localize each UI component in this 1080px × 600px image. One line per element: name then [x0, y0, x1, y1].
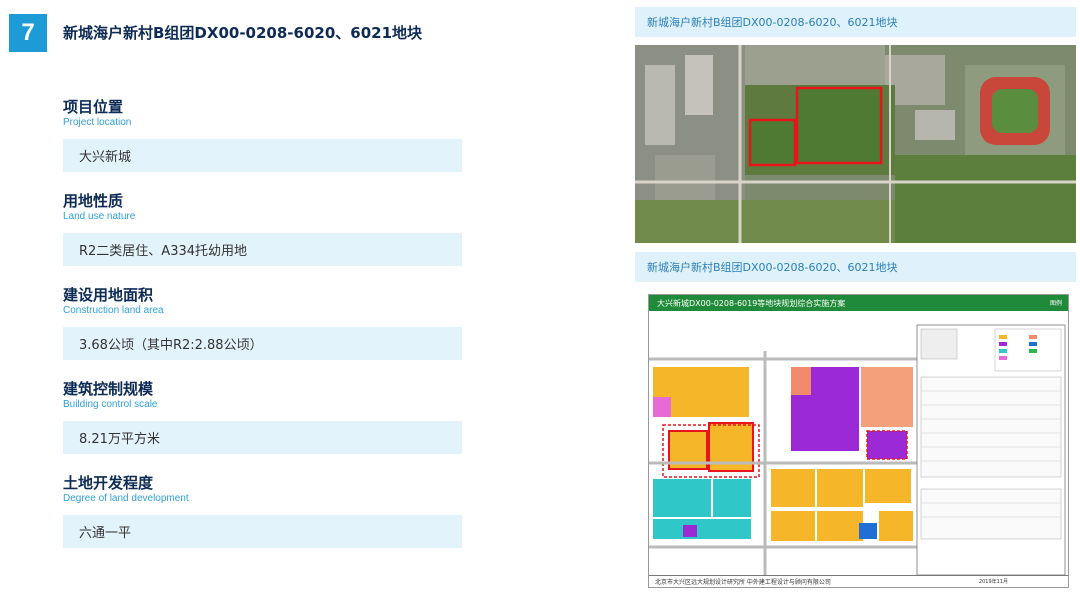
- section-title-cn: 土地开发程度: [63, 474, 154, 492]
- land-development-value: 六通一平: [63, 515, 462, 548]
- section-title-cn: 用地性质: [63, 192, 124, 210]
- plan-caption: 新城海户新村B组团DX00-0208-6020、6021地块: [635, 252, 1076, 282]
- page-number-badge: 7: [9, 14, 47, 52]
- section-title-cn: 建设用地面积: [63, 286, 154, 304]
- planning-map-date: 2019年11月: [978, 579, 1008, 585]
- section-title-en: Land use nature: [63, 211, 136, 222]
- project-location-value: 大兴新城: [63, 139, 462, 172]
- section-land-development: 土地开发程度 Degree of land development: [63, 474, 189, 506]
- satellite-image: [635, 45, 1076, 243]
- section-building-control-scale: 建筑控制规模 Building control scale: [63, 380, 158, 412]
- planning-map: 大兴新城DX00-0208-6019等地块规划综合实施方案 图例 北京市大兴区远…: [648, 294, 1069, 588]
- section-title-en: Project location: [63, 117, 132, 128]
- section-project-location: 项目位置 Project location: [63, 98, 131, 130]
- land-use-nature-value: R2二类居住、A334托幼用地: [63, 233, 462, 266]
- planning-map-graphic: [649, 311, 1068, 575]
- building-control-scale-value: 8.21万平方米: [63, 421, 462, 454]
- section-title-en: Building control scale: [63, 399, 158, 410]
- satellite-caption: 新城海户新村B组团DX00-0208-6020、6021地块: [635, 7, 1076, 37]
- section-construction-land-area: 建设用地面积 Construction land area: [63, 286, 164, 318]
- construction-land-area-value: 3.68公顷（其中R2:2.88公顷）: [63, 327, 462, 360]
- section-title-en: Construction land area: [63, 305, 164, 316]
- planning-map-title: 大兴新城DX00-0208-6019等地块规划综合实施方案: [649, 295, 1068, 311]
- section-title-cn: 建筑控制规模: [63, 380, 154, 398]
- satellite-map-graphic: [635, 45, 1076, 243]
- section-title-cn: 项目位置: [63, 98, 124, 116]
- section-title-en: Degree of land development: [63, 493, 189, 504]
- page-title: 新城海户新村B组团DX00-0208-6020、6021地块: [63, 24, 423, 42]
- section-land-use-nature: 用地性质 Land use nature: [63, 192, 135, 224]
- planning-map-figure-label: 图例: [1049, 300, 1062, 307]
